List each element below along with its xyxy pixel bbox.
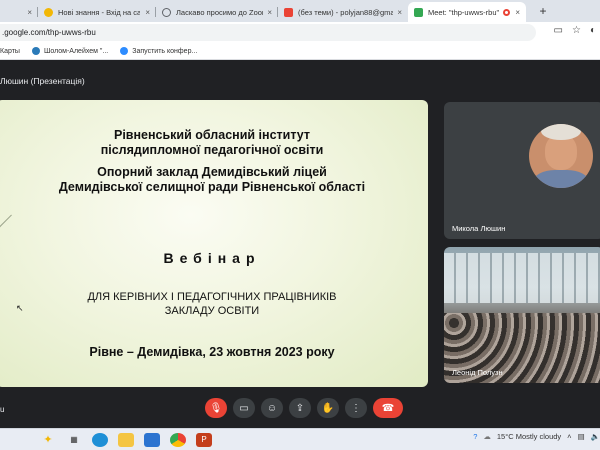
- meet-icon: [414, 7, 423, 17]
- bookmark-star-icon[interactable]: ☆: [572, 25, 581, 36]
- call-controls: 🎙 ▭ ☺ ⇪ ✋ ⋮ ☎: [205, 398, 403, 418]
- address-input[interactable]: .google.com/thp-uwws-rbu: [0, 24, 536, 41]
- new-tab-button[interactable]: +: [534, 2, 552, 22]
- slide-decoration: [0, 214, 12, 231]
- powerpoint-icon[interactable]: P: [196, 432, 212, 447]
- meet-window: Люшин (Презентація) Рівненський обласний…: [0, 60, 600, 428]
- slide-school-line2: Демидівської селищної ради Рівненської о…: [58, 180, 366, 194]
- hand-icon: ✋: [321, 402, 335, 414]
- bookmarks-bar: Карты Шолом-Алейхем "... Запустить конфе…: [0, 43, 600, 60]
- emoji-icon: ☺: [266, 402, 278, 414]
- camera-button[interactable]: ▭: [233, 398, 255, 418]
- raise-hand-button[interactable]: ✋: [317, 398, 339, 418]
- tab-label: (без теми) - polyjan88@gmail.: [298, 7, 394, 17]
- mic-off-button[interactable]: 🎙: [205, 398, 227, 418]
- slide-institute: Рівненський обласний інститут післядипло…: [0, 128, 428, 158]
- chevron-up-icon[interactable]: ˄: [567, 432, 571, 441]
- bookmark-zoom[interactable]: Запустить конфер...: [120, 47, 197, 55]
- task-view-icon[interactable]: ▦: [66, 433, 82, 447]
- camera-in-use-icon[interactable]: ▭: [554, 25, 563, 36]
- video-background: [444, 253, 600, 303]
- tab-gmail[interactable]: (без теми) - polyjan88@gmail. ×: [278, 2, 408, 22]
- participant-name: Леонід Полузн: [452, 368, 503, 377]
- widgets-icon[interactable]: ✦: [40, 433, 56, 447]
- globe-icon: [162, 7, 171, 17]
- meeting-info: u: [0, 405, 5, 414]
- participant-tile-mykola[interactable]: Микола Люшин: [444, 102, 600, 239]
- slide-school-line1: Опорний заклад Демидівський ліцей: [97, 165, 327, 179]
- participant-name: Микола Люшин: [452, 224, 506, 233]
- participant-tile-leonid[interactable]: Леонід Полузн: [444, 247, 600, 383]
- end-call-button[interactable]: ☎: [373, 398, 403, 418]
- end-call-icon: ☎: [381, 402, 395, 414]
- network-icon[interactable]: ▤: [578, 432, 585, 441]
- tab-meet[interactable]: Meet: "thp-uwws-rbu" ×: [408, 2, 526, 22]
- slide-audience-line2: ЗАКЛАДУ ОСВІТИ: [164, 305, 260, 317]
- participant-avatar: [529, 124, 593, 188]
- slide-institute-line1: Рівненський обласний інститут: [113, 128, 310, 142]
- tab-nove-znannia[interactable]: Нові знання - Вхід на сайт - В ×: [38, 2, 156, 22]
- slide-webinar-title: Вебінар: [163, 250, 261, 266]
- tab-zoom[interactable]: Ласкаво просимо до Zoom - ×: [156, 2, 278, 22]
- presentation-slide: Рівненський обласний інститут післядипло…: [0, 100, 428, 387]
- recording-indicator-icon: [503, 8, 511, 16]
- zoom-icon: [120, 47, 129, 55]
- bookmark-sholom[interactable]: Шолом-Алейхем "...: [31, 47, 109, 55]
- tab-label: Meet: "thp-uwws-rbu": [428, 7, 500, 17]
- slide-school: Опорний заклад Демидівський ліцей Демиді…: [0, 165, 428, 195]
- store-icon[interactable]: [144, 432, 160, 447]
- slide-institute-line2: післядипломної педагогічної освіти: [100, 143, 324, 157]
- slide-audience-line1: ДЛЯ КЕРІВНИХ І ПЕДАГОГІЧНИХ ПРАЦІВНИКІВ: [87, 291, 337, 303]
- mouse-cursor-icon: ↖: [16, 303, 24, 313]
- present-button[interactable]: ⇪: [289, 398, 311, 418]
- present-icon: ⇪: [295, 402, 305, 414]
- tab-close-icon[interactable]: ×: [393, 8, 402, 17]
- emoji-button[interactable]: ☺: [261, 398, 283, 418]
- tab-close-icon[interactable]: ×: [263, 8, 272, 17]
- tab-close-icon[interactable]: ×: [511, 8, 520, 17]
- profile-icon[interactable]: ◐: [590, 25, 596, 36]
- mic-off-icon: 🎙: [209, 402, 223, 414]
- browser-tab-strip: × Нові знання - Вхід на сайт - В × Ласка…: [0, 0, 600, 22]
- file-explorer-icon[interactable]: [118, 432, 134, 447]
- more-vert-icon: ⋮: [351, 402, 361, 414]
- bookmark-karty[interactable]: Карты: [0, 48, 20, 55]
- tab-label: Нові знання - Вхід на сайт - В: [58, 7, 140, 17]
- weather-text[interactable]: 15°C Mostly cloudy: [497, 432, 561, 441]
- camera-icon: ▭: [239, 402, 249, 414]
- tab-partial[interactable]: ×: [0, 2, 38, 22]
- edge-icon[interactable]: [92, 432, 108, 447]
- windows-taskbar: ✦ ▦ P ? ☁ 15°C Mostly cloudy ˄ ▤ 🔈: [0, 428, 600, 450]
- tab-close-icon[interactable]: ×: [23, 8, 32, 17]
- presentation-title: Люшин (Презентація): [0, 76, 85, 86]
- bookmark-label: Шолом-Алейхем "...: [43, 47, 109, 55]
- bookmark-label: Карты: [0, 47, 20, 55]
- snowflake-icon: [31, 47, 40, 55]
- slide-date: Рівне – Демидівка, 23 жовтня 2023 року: [89, 345, 335, 359]
- address-bar-row: .google.com/thp-uwws-rbu ▭ ☆ ◐: [0, 22, 600, 43]
- help-icon[interactable]: ?: [473, 432, 477, 441]
- slide-audience: ДЛЯ КЕРІВНИХ І ПЕДАГОГІЧНИХ ПРАЦІВНИКІВ …: [0, 290, 428, 318]
- weather-icon: ☁: [483, 432, 491, 441]
- lightbulb-icon: [44, 7, 53, 17]
- address-bar-actions: ▭ ☆ ◐: [554, 25, 596, 36]
- system-tray: ? ☁ 15°C Mostly cloudy ˄ ▤ 🔈: [473, 432, 600, 441]
- chrome-icon[interactable]: [170, 432, 186, 447]
- volume-icon[interactable]: 🔈: [591, 432, 600, 441]
- bookmark-label: Запустить конфер...: [132, 47, 198, 55]
- tab-close-icon[interactable]: ×: [141, 8, 150, 17]
- more-options-button[interactable]: ⋮: [345, 398, 367, 418]
- tab-label: Ласкаво просимо до Zoom -: [176, 7, 264, 17]
- gmail-icon: [284, 7, 293, 17]
